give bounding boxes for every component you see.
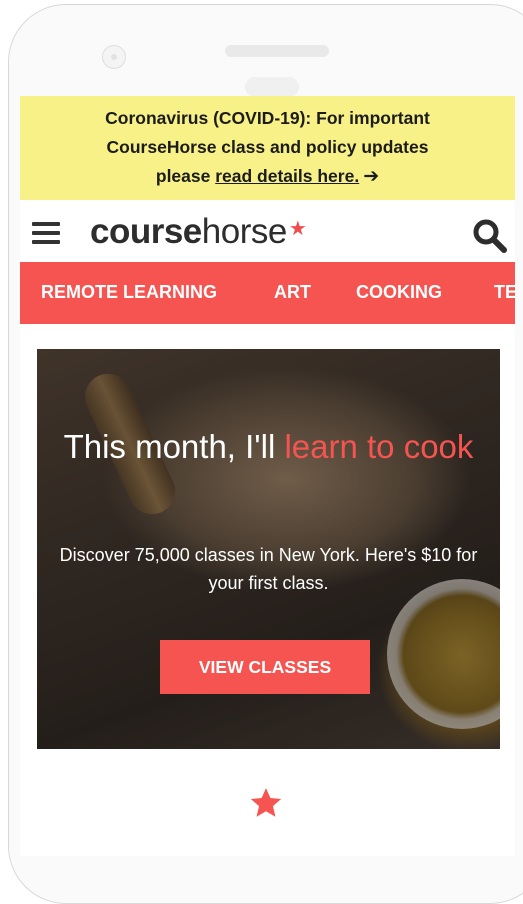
coursehorse-logo[interactable]: coursehorse ★ <box>90 212 307 252</box>
arrow-right-icon: ➔ <box>363 166 380 187</box>
nav-item-cooking[interactable]: COOKING <box>356 282 442 303</box>
banner-line-1: Coronavirus (COVID-19): For important <box>105 108 430 128</box>
logo-word-horse: horse <box>201 212 288 251</box>
nav-item-art[interactable]: ART <box>274 282 311 303</box>
proximity-sensor <box>245 77 299 97</box>
covid-banner: Coronavirus (COVID-19): For important Co… <box>20 96 515 200</box>
hamburger-menu-icon[interactable] <box>32 222 60 244</box>
site-header: coursehorse ★ <box>20 200 515 262</box>
hero-title-prefix: This month, I'll <box>63 428 285 465</box>
screen: Coronavirus (COVID-19): For important Co… <box>20 96 515 856</box>
search-icon[interactable] <box>472 218 508 254</box>
logo-star-icon: ★ <box>288 218 307 240</box>
hero-subtitle: Discover 75,000 classes in New York. Her… <box>59 545 478 593</box>
banner-line-3-prefix: please <box>155 166 216 186</box>
hero-section: This month, I'll learn to cook Discover … <box>37 349 500 749</box>
banner-line-3: please read details here. ➔ <box>20 162 515 191</box>
star-icon <box>250 788 282 817</box>
logo-word-course: course <box>90 212 202 251</box>
hero-title: This month, I'll learn to cook <box>37 429 500 465</box>
nav-item-partial[interactable]: TE <box>494 282 515 303</box>
nav-item-remote-learning[interactable]: REMOTE LEARNING <box>41 282 217 303</box>
view-classes-button[interactable]: VIEW CLASSES <box>160 640 370 694</box>
camera-icon <box>102 45 126 69</box>
category-nav: REMOTE LEARNING ART COOKING TE <box>20 262 515 324</box>
read-details-link[interactable]: read details here. <box>215 166 359 186</box>
banner-line-2: CourseHorse class and policy updates <box>106 137 429 157</box>
hero-title-accent: learn to cook <box>284 428 474 465</box>
speaker-grille <box>225 45 329 57</box>
